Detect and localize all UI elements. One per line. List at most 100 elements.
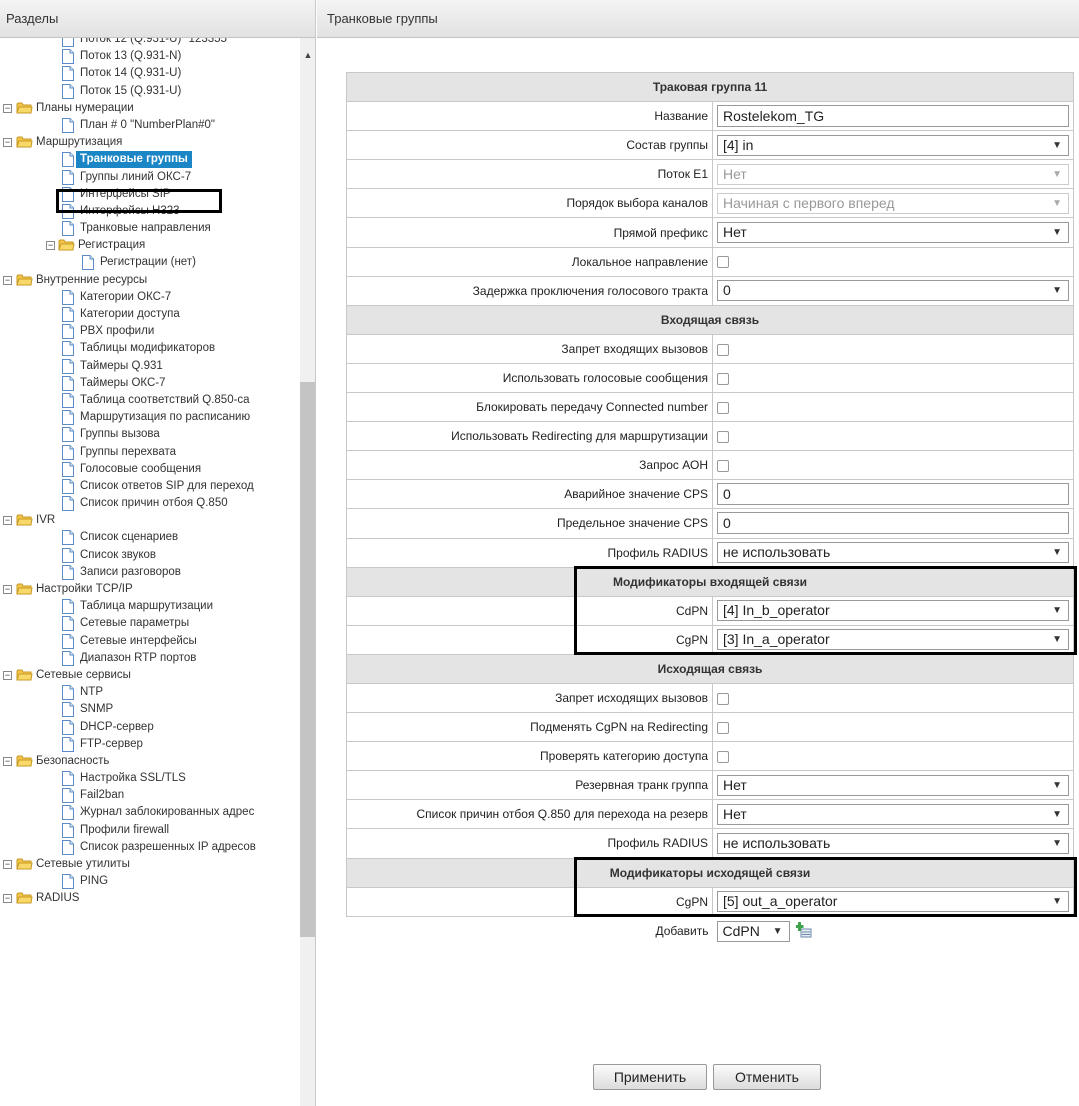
tree-item[interactable]: Транковые группы xyxy=(0,151,300,169)
tree-item[interactable]: Группы вызова xyxy=(0,426,300,443)
tree-item[interactable]: Голосовые сообщения xyxy=(0,461,300,478)
out-cgpn-select[interactable]: [5] out_a_operator ▼ xyxy=(717,891,1070,913)
tree-item-label: Настройки TCP/IP xyxy=(36,583,133,595)
tree-item[interactable]: Fail2ban xyxy=(0,787,300,804)
tree-item[interactable]: FTP-сервер xyxy=(0,736,300,753)
block-connected-number-checkbox[interactable] xyxy=(717,401,729,414)
collapse-toggle-icon[interactable]: − xyxy=(3,138,12,148)
radius-profile-in-select[interactable]: не использовать ▼ xyxy=(717,542,1070,564)
tree-item[interactable]: Журнал заблокированных адрес xyxy=(0,804,300,821)
tree-item-label: Поток 13 (Q.931-N) xyxy=(80,50,182,63)
aon-request-checkbox[interactable] xyxy=(717,460,729,473)
voice-delay-select[interactable]: 0 ▼ xyxy=(717,280,1070,302)
tree-item[interactable]: − Настройки TCP/IP xyxy=(0,581,300,598)
channel-order-select: Начиная с первого вперед ▼ xyxy=(717,192,1070,214)
tree-item[interactable]: Записи разговоров xyxy=(0,564,300,581)
radius-profile-out-select[interactable]: не использовать ▼ xyxy=(717,832,1070,854)
tree-scrollbar[interactable]: ▲ xyxy=(300,38,315,1106)
collapse-toggle-icon[interactable]: − xyxy=(3,894,12,904)
collapse-toggle-icon[interactable]: − xyxy=(3,103,12,113)
section-header: Исходящая связь xyxy=(345,653,1075,684)
tree-item[interactable]: DHCP-сервер xyxy=(0,719,300,736)
tree-item[interactable]: NTP xyxy=(0,684,300,701)
tree-item-label: Маршрутизация xyxy=(36,136,123,149)
replace-cgpn-checkbox[interactable] xyxy=(717,721,729,734)
tree-item[interactable]: Настройка SSL/TLS xyxy=(0,770,300,787)
collapse-toggle-icon[interactable]: − xyxy=(3,516,12,526)
tree-item[interactable]: PBX профили xyxy=(0,323,300,340)
tree-item[interactable]: − Сетевые утилиты xyxy=(0,856,300,873)
add-icon[interactable] xyxy=(795,921,812,941)
dropdown-arrow-icon: ▼ xyxy=(1052,634,1063,646)
cancel-button[interactable]: Отменить xyxy=(713,1064,821,1090)
in-cgpn-select[interactable]: [3] In_a_operator ▼ xyxy=(717,629,1070,651)
tree-item[interactable]: − Безопасность xyxy=(0,753,300,770)
apply-button[interactable]: Применить xyxy=(593,1064,707,1090)
tree-item[interactable]: − Планы нумерации xyxy=(0,100,300,117)
tree-item[interactable]: Список причин отбоя Q.850 xyxy=(0,495,300,512)
tree-item[interactable]: Маршрутизация по расписанию xyxy=(0,409,300,426)
reserve-trunk-group-select[interactable]: Нет ▼ xyxy=(717,774,1070,796)
tree-item[interactable]: Таблица маршрутизации xyxy=(0,598,300,615)
tree-item[interactable]: Сетевые параметры xyxy=(0,615,300,632)
collapse-toggle-icon[interactable]: − xyxy=(3,585,12,594)
check-access-category-checkbox[interactable] xyxy=(717,751,729,764)
scroll-thumb[interactable] xyxy=(300,382,315,937)
collapse-toggle-icon[interactable]: − xyxy=(3,756,12,766)
use-redirecting-checkbox[interactable] xyxy=(717,431,729,443)
local-direction-label: Локальное направление xyxy=(346,246,713,277)
name-input[interactable]: Rostelekom_TG xyxy=(717,105,1070,128)
tree-item[interactable]: Категории доступа xyxy=(0,306,300,323)
tree-item[interactable]: Список звуков xyxy=(0,547,300,564)
tree-item[interactable]: Профили firewall xyxy=(0,822,300,839)
cps-alarm-label: Аварийное значение CPS xyxy=(346,479,713,510)
add-modifier-select[interactable]: CdPN ▼ xyxy=(716,920,790,942)
tree-item-label: Список звуков xyxy=(80,548,157,561)
tree-item[interactable]: План # 0 "NumberPlan#0" xyxy=(0,117,300,134)
tree-item[interactable]: Поток 15 (Q.931-U) xyxy=(0,83,300,100)
tree-item[interactable]: Категории ОКС-7 xyxy=(0,289,300,306)
tree-item[interactable]: Поток 13 (Q.931-N) xyxy=(0,48,300,65)
collapse-toggle-icon[interactable]: − xyxy=(3,670,12,680)
tree-item[interactable]: − Сетевые сервисы xyxy=(0,667,300,684)
scroll-up-arrow-icon[interactable]: ▲ xyxy=(300,50,315,62)
collapse-toggle-icon[interactable]: − xyxy=(3,275,12,285)
q850-reserve-list-select[interactable]: Нет ▼ xyxy=(717,803,1070,825)
tree-item[interactable]: Список ответов SIP для переход xyxy=(0,478,300,495)
tree-item[interactable]: SNMP xyxy=(0,701,300,718)
tree-item[interactable]: − Маршрутизация xyxy=(0,134,300,151)
tree-item[interactable]: − RADIUS xyxy=(0,890,300,907)
tree-item[interactable]: Диапазон RTP портов xyxy=(0,650,300,667)
tree-item-label: Настройка SSL/TLS xyxy=(80,772,186,785)
tree-item[interactable]: Поток 14 (Q.931-U) xyxy=(0,65,300,82)
local-direction-checkbox[interactable] xyxy=(717,256,729,269)
tree-item[interactable]: Таблица соответствий Q.850-са xyxy=(0,392,300,409)
use-voice-messages-checkbox[interactable] xyxy=(717,372,729,385)
cps-limit-input[interactable]: 0 xyxy=(717,512,1070,535)
collapse-toggle-icon[interactable]: − xyxy=(3,860,12,869)
collapse-toggle-icon[interactable]: − xyxy=(46,241,55,251)
deny-outgoing-checkbox[interactable] xyxy=(717,692,729,705)
tree-item[interactable]: Таймеры Q.931 xyxy=(0,358,300,375)
direct-prefix-select[interactable]: Нет ▼ xyxy=(717,222,1070,244)
tree-item-label: Профили firewall xyxy=(80,823,170,836)
tree-item[interactable]: Таблицы модификаторов xyxy=(0,340,300,357)
cps-alarm-input[interactable]: 0 xyxy=(717,483,1070,506)
tree-item[interactable]: PING xyxy=(0,873,300,890)
tree-item[interactable]: Список сценариев xyxy=(0,529,300,546)
deny-incoming-checkbox[interactable] xyxy=(717,343,729,356)
tree-item[interactable]: Сетевые интерфейсы xyxy=(0,633,300,650)
tree-item[interactable]: Транковые направления xyxy=(0,220,300,237)
group-composition-select[interactable]: [4] in ▼ xyxy=(717,134,1070,156)
tree-item[interactable]: Таймеры ОКС-7 xyxy=(0,375,300,392)
tree-item[interactable]: Регистрации (нет) xyxy=(0,254,300,271)
tree-item[interactable]: − IVR xyxy=(0,512,300,529)
tree-item[interactable]: Поток 12 (Q.931-U) "123355" xyxy=(0,38,300,48)
tree-item[interactable]: Группы линий ОКС-7 xyxy=(0,169,300,186)
tree-item[interactable]: − Внутренние ресурсы xyxy=(0,272,300,289)
tree-item[interactable]: Группы перехвата xyxy=(0,444,300,461)
tree-item[interactable]: − Регистрация xyxy=(0,237,300,254)
in-cdpn-select[interactable]: [4] In_b_operator ▼ xyxy=(717,600,1070,622)
tree-item-label: Маршрутизация по расписанию xyxy=(80,411,251,424)
tree-item[interactable]: Список разрешенных IP адресов xyxy=(0,839,300,856)
